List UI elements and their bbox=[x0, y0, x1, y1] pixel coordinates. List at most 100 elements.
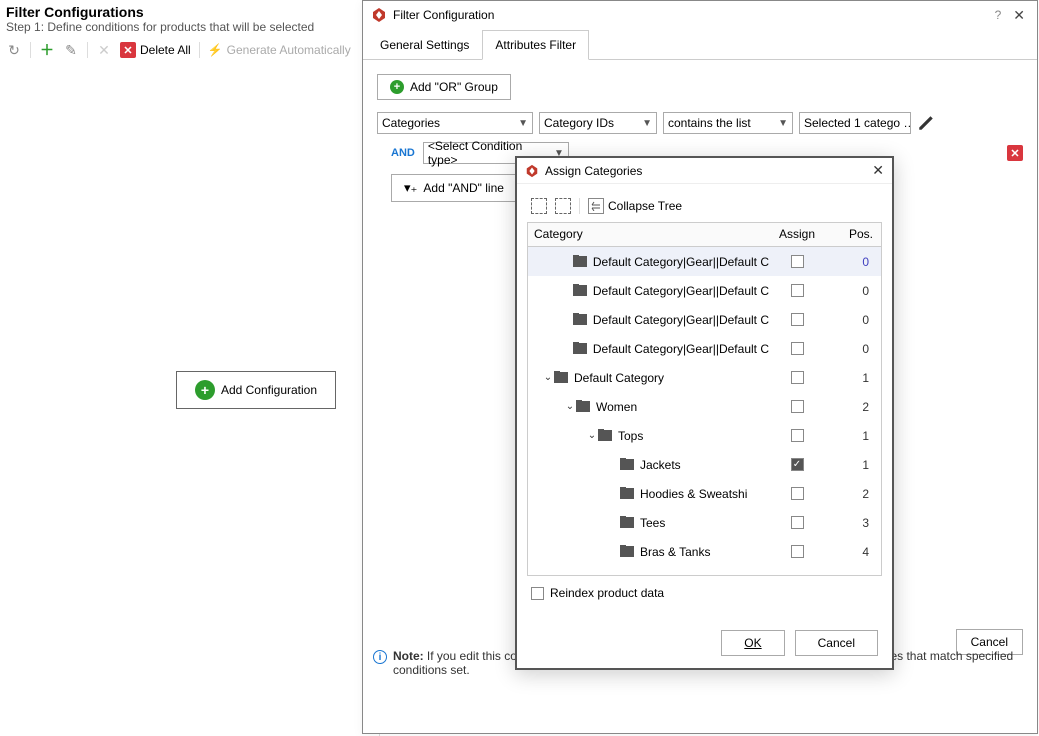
tree-row[interactable]: ⌄ Default Category 1 bbox=[528, 363, 881, 392]
folder-icon bbox=[620, 459, 634, 470]
position-value[interactable]: 1 bbox=[825, 371, 881, 385]
assign-checkbox[interactable] bbox=[791, 429, 804, 442]
app-icon bbox=[371, 7, 387, 23]
folder-icon bbox=[620, 546, 634, 557]
lightning-icon: ⚡ bbox=[208, 43, 223, 57]
assign-close-button[interactable]: ✕ bbox=[872, 162, 884, 179]
folder-icon bbox=[573, 285, 587, 296]
position-value[interactable]: 0 bbox=[825, 342, 881, 356]
category-label: Default Category|Gear||Default C bbox=[593, 255, 769, 269]
position-value[interactable]: 0 bbox=[825, 255, 881, 269]
assign-checkbox[interactable] bbox=[791, 284, 804, 297]
position-value[interactable]: 4 bbox=[825, 545, 881, 559]
select-all-icon[interactable] bbox=[531, 198, 547, 214]
add-or-label: Add "OR" Group bbox=[410, 80, 498, 94]
category-label: Default Category|Gear||Default C bbox=[593, 342, 769, 356]
delete-icon[interactable]: ✕ bbox=[96, 42, 112, 58]
position-value[interactable]: 1 bbox=[825, 429, 881, 443]
assign-checkbox[interactable] bbox=[791, 371, 804, 384]
operator-select[interactable]: contains the list▼ bbox=[663, 112, 793, 134]
assign-button-bar: OK Cancel bbox=[721, 630, 878, 656]
info-icon: i bbox=[373, 650, 387, 664]
ok-button[interactable]: OK bbox=[721, 630, 784, 656]
plus-icon: + bbox=[390, 80, 404, 94]
folder-icon bbox=[554, 372, 568, 383]
assign-checkbox[interactable] bbox=[791, 516, 804, 529]
assign-checkbox[interactable] bbox=[791, 313, 804, 326]
col-category[interactable]: Category bbox=[528, 223, 769, 246]
tree-row[interactable]: Jackets ✓ 1 bbox=[528, 450, 881, 479]
assign-title: Assign Categories bbox=[545, 164, 872, 178]
tree-row[interactable]: ⌄Women2 bbox=[528, 392, 881, 421]
position-value[interactable]: 0 bbox=[825, 284, 881, 298]
position-value[interactable]: 2 bbox=[825, 400, 881, 414]
condition-row: Categories▼ Category IDs▼ contains the l… bbox=[377, 112, 1023, 134]
edit-icon[interactable]: ✎ bbox=[63, 42, 79, 58]
tree-row[interactable]: Default Category|Gear||Default C0 bbox=[528, 276, 881, 305]
tree-row[interactable]: Default Category|Gear||Default C 0 bbox=[528, 247, 881, 276]
delete-all-label: Delete All bbox=[140, 43, 191, 57]
folder-icon bbox=[620, 517, 634, 528]
assign-checkbox[interactable] bbox=[791, 545, 804, 558]
page-title: Filter Configurations bbox=[6, 4, 373, 20]
assign-toolbar: Collapse Tree bbox=[517, 184, 892, 222]
cancel-button[interactable]: Cancel bbox=[795, 630, 878, 656]
delete-all-button[interactable]: ✕ Delete All bbox=[120, 42, 191, 58]
folder-icon bbox=[573, 343, 587, 354]
col-assign[interactable]: Assign bbox=[769, 223, 825, 246]
generate-auto-button[interactable]: ⚡ Generate Automatically bbox=[208, 43, 351, 57]
attribute-select[interactable]: Categories▼ bbox=[377, 112, 533, 134]
category-label: Tees bbox=[640, 516, 665, 530]
tree-row[interactable]: Default Category|Gear||Default C 0 bbox=[528, 334, 881, 363]
assign-checkbox[interactable] bbox=[791, 400, 804, 413]
position-value[interactable]: 2 bbox=[825, 487, 881, 501]
folder-icon bbox=[598, 430, 612, 441]
col-pos[interactable]: Pos. bbox=[825, 223, 881, 246]
category-label: Default Category|Gear||Default C bbox=[593, 313, 769, 327]
collapse-label: Collapse Tree bbox=[608, 199, 682, 213]
deselect-all-icon[interactable] bbox=[555, 198, 571, 214]
refresh-icon[interactable]: ↻ bbox=[6, 42, 22, 58]
category-tree: Category Assign Pos. Default Category|Ge… bbox=[527, 222, 882, 576]
assign-categories-dialog: Assign Categories ✕ Collapse Tree Catego… bbox=[515, 156, 894, 670]
category-label: Default Category bbox=[574, 371, 664, 385]
add-or-group-button[interactable]: + Add "OR" Group bbox=[377, 74, 511, 100]
field-select[interactable]: Category IDs▼ bbox=[539, 112, 657, 134]
folder-icon bbox=[573, 314, 587, 325]
dialog-close-button[interactable]: ✕ bbox=[1009, 7, 1029, 24]
tree-row[interactable]: ⌄Tops1 bbox=[528, 421, 881, 450]
tab-attributes-filter[interactable]: Attributes Filter bbox=[482, 30, 589, 60]
add-configuration-button[interactable]: + Add Configuration bbox=[176, 371, 336, 409]
tree-row[interactable]: Bras & Tanks4 bbox=[528, 537, 881, 566]
value-select[interactable]: Selected 1 catego … bbox=[799, 112, 911, 134]
add-icon[interactable]: ＋ bbox=[39, 42, 55, 58]
chevron-down-icon[interactable]: ⌄ bbox=[564, 401, 576, 412]
page-subtitle: Step 1: Define conditions for products t… bbox=[6, 20, 373, 34]
left-toolbar: ↻ ＋ ✎ ✕ ✕ Delete All ⚡ Generate Automati… bbox=[0, 36, 379, 65]
chevron-down-icon[interactable]: ⌄ bbox=[542, 372, 554, 383]
assign-titlebar: Assign Categories ✕ bbox=[517, 158, 892, 184]
assign-checkbox[interactable]: ✓ bbox=[791, 458, 804, 471]
assign-checkbox[interactable] bbox=[791, 255, 804, 268]
position-value[interactable]: 0 bbox=[825, 313, 881, 327]
position-value[interactable]: 1 bbox=[825, 458, 881, 472]
tab-general[interactable]: General Settings bbox=[367, 30, 482, 60]
category-label: Jackets bbox=[640, 458, 681, 472]
add-and-line-button[interactable]: ▾₊ Add "AND" line bbox=[391, 174, 517, 202]
plus-icon: + bbox=[195, 380, 215, 400]
dialog-title: Filter Configuration bbox=[393, 8, 987, 22]
dialog-titlebar: Filter Configuration ? ✕ bbox=[363, 1, 1037, 29]
help-button[interactable]: ? bbox=[987, 8, 1010, 22]
tree-row[interactable]: Tees 3 bbox=[528, 508, 881, 537]
remove-condition-button[interactable]: ✕ bbox=[1007, 145, 1023, 161]
tree-row[interactable]: Default Category|Gear||Default C 0 bbox=[528, 305, 881, 334]
position-value[interactable]: 3 bbox=[825, 516, 881, 530]
reindex-checkbox[interactable] bbox=[531, 587, 544, 600]
folder-icon bbox=[620, 488, 634, 499]
collapse-tree-button[interactable]: Collapse Tree bbox=[588, 198, 682, 214]
tree-row[interactable]: Hoodies & Sweatshi2 bbox=[528, 479, 881, 508]
chevron-down-icon[interactable]: ⌄ bbox=[586, 430, 598, 441]
assign-checkbox[interactable] bbox=[791, 342, 804, 355]
assign-checkbox[interactable] bbox=[791, 487, 804, 500]
pencil-icon[interactable] bbox=[917, 114, 935, 132]
